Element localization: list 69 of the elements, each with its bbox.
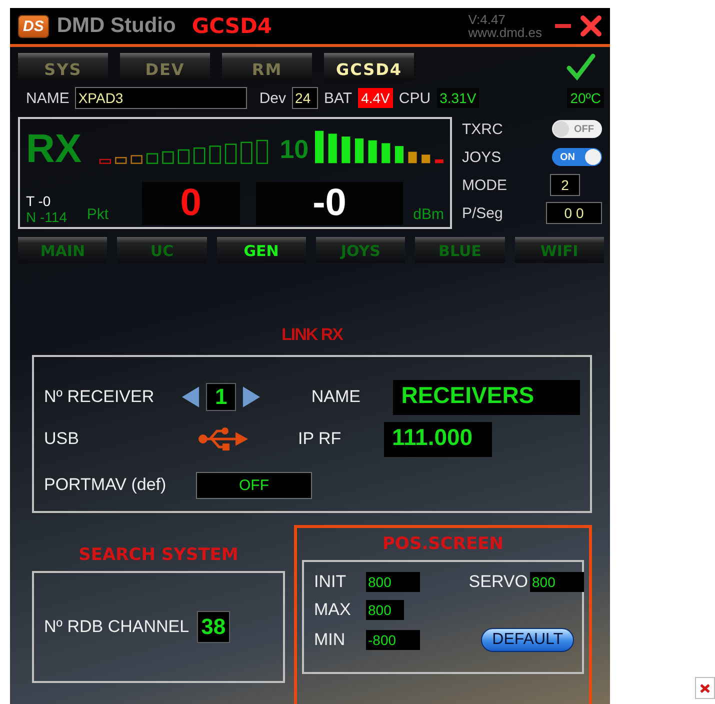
left-arrow-icon[interactable] [180, 385, 200, 409]
battery-label: BAT [324, 90, 352, 106]
dev-label: Dev [259, 90, 286, 106]
pseg-label: P/Seg [462, 204, 503, 222]
min-label: MIN [314, 630, 346, 650]
mode-field[interactable]: 2 [550, 174, 580, 196]
pkt-value: 0 [142, 182, 240, 225]
dev-field[interactable]: 24 [292, 87, 318, 109]
tab[interactable]: GCSD4 [324, 53, 414, 81]
pseg-field[interactable]: 0 0 [546, 202, 602, 224]
mode-label: MODE [462, 176, 507, 194]
signal-value: 10 [280, 134, 309, 165]
portmav-label: PORTMAV (def) [44, 475, 168, 495]
name-field[interactable]: XPAD3 [75, 87, 248, 109]
battery-value: 4.4V [358, 88, 393, 108]
name-label: NAME [26, 90, 70, 106]
receiver-label: Nº RECEIVER [44, 387, 156, 407]
portmav-value: OFF [196, 472, 312, 498]
cpu-value: 3.31V [436, 88, 480, 108]
tab[interactable]: JOYS [316, 237, 406, 263]
toggle-switch[interactable]: ON [552, 148, 602, 166]
channel-label: Nº RDB CHANNEL [44, 617, 190, 637]
close-icon[interactable] [580, 15, 602, 37]
section-title: SEARCH SYSTEM [78, 544, 240, 567]
toggle-switch[interactable]: OFF [552, 120, 602, 138]
tab[interactable]: DEV [120, 53, 210, 81]
max-value: 800 [366, 600, 404, 620]
ip-rf-label: IP RF [298, 429, 342, 449]
minimize-icon[interactable] [554, 22, 572, 30]
version-text: V:4.47 [468, 13, 506, 26]
tab[interactable]: GEN [216, 237, 306, 263]
pkt-label: Pkt [86, 206, 110, 223]
max-label: MAX [314, 600, 352, 620]
name-label: NAME [311, 387, 362, 407]
window-title: DMD Studio [56, 14, 176, 38]
n-value: N -114 [26, 209, 68, 225]
cpu-label: CPU [398, 90, 431, 106]
ip-rf-value: 111.000 [384, 422, 492, 456]
init-value: 800 [366, 572, 420, 592]
model-name: GCSD4 [192, 14, 272, 38]
tab[interactable]: BLUE [415, 237, 505, 263]
tab[interactable]: UC [117, 237, 207, 263]
min-value: -800 [366, 630, 420, 650]
right-arrow-icon[interactable] [242, 385, 262, 409]
tab[interactable]: RM [222, 53, 312, 81]
servo-label: SERVO [468, 572, 528, 592]
section-title: LINK RX [282, 325, 342, 346]
usb-icon [198, 427, 248, 451]
receiver-name-value: RECEIVERS [393, 380, 580, 414]
temperature-value: 20ºC [567, 88, 604, 108]
app-logo: DS [18, 14, 49, 38]
init-label: INIT [314, 572, 348, 592]
usb-label: USB [44, 429, 80, 449]
servo-value: 800 [530, 572, 584, 592]
dbm-value: -0 [256, 182, 404, 225]
website-text: www.dmd.es [468, 26, 542, 39]
rx-title: RX [26, 127, 83, 171]
switch-label: JOYS [462, 148, 502, 166]
receiver-value: 1 [206, 383, 236, 411]
tab[interactable]: SYS [18, 53, 108, 81]
switch-label: TXRC [462, 120, 503, 138]
default-button[interactable]: DEFAULT [481, 628, 574, 652]
channel-value: 38 [197, 611, 230, 643]
check-icon [566, 53, 596, 81]
section-title: POS.SCREEN [382, 533, 504, 556]
dbm-label: dBm [413, 206, 444, 223]
tab[interactable]: WIFI [514, 237, 604, 263]
t-value: T -0 [26, 193, 52, 209]
tab[interactable]: MAIN [18, 237, 108, 263]
